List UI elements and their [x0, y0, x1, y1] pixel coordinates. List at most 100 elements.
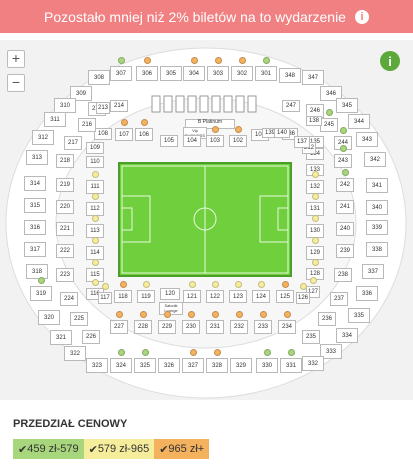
section-242[interactable]: 242: [336, 178, 354, 192]
section-343[interactable]: 343: [356, 132, 378, 147]
availability-dot[interactable]: [120, 119, 128, 126]
availability-dot[interactable]: [143, 57, 151, 64]
section-239[interactable]: 239: [336, 244, 354, 258]
availability-dot[interactable]: [91, 279, 99, 286]
section-339[interactable]: 339: [366, 220, 388, 235]
section-315[interactable]: 315: [24, 198, 46, 213]
section-103[interactable]: 103: [206, 135, 224, 147]
section-347[interactable]: 347: [302, 70, 324, 85]
section-326[interactable]: 326: [158, 358, 180, 373]
availability-dot[interactable]: [91, 193, 99, 200]
availability-dot[interactable]: [234, 281, 242, 288]
section-102[interactable]: 102: [229, 135, 247, 147]
availability-dot[interactable]: [287, 349, 295, 356]
section-237[interactable]: 237: [330, 292, 348, 306]
section-216[interactable]: 216: [78, 118, 96, 132]
section-328[interactable]: 328: [206, 358, 228, 373]
availability-dot[interactable]: [263, 349, 271, 356]
section-305[interactable]: 305: [160, 66, 182, 81]
section-126[interactable]: 126: [296, 292, 310, 304]
section-338[interactable]: 338: [366, 242, 388, 257]
section-228[interactable]: 228: [134, 320, 152, 334]
section-243[interactable]: 243: [334, 154, 352, 168]
section-327[interactable]: 327: [182, 358, 204, 373]
section-318[interactable]: 318: [26, 264, 48, 279]
section-331[interactable]: 331: [280, 358, 302, 373]
section-214[interactable]: 214: [110, 100, 128, 112]
section-312[interactable]: 312: [32, 130, 54, 145]
section-120[interactable]: 120: [160, 288, 180, 300]
section-230[interactable]: 230: [182, 320, 200, 334]
section-238[interactable]: 238: [334, 268, 352, 282]
section-222[interactable]: 222: [56, 244, 74, 258]
section-213[interactable]: 213: [96, 102, 110, 114]
section-307[interactable]: 307: [110, 66, 132, 81]
availability-dot[interactable]: [234, 126, 242, 133]
section-217[interactable]: 217: [64, 136, 82, 150]
section-132[interactable]: 132: [306, 180, 324, 194]
availability-dot[interactable]: [309, 277, 317, 284]
section-234[interactable]: 234: [278, 320, 296, 334]
availability-dot[interactable]: [139, 311, 147, 318]
section-226[interactable]: 226: [82, 330, 100, 344]
section-240[interactable]: 240: [336, 222, 354, 236]
section-113[interactable]: 113: [86, 224, 104, 238]
section-107[interactable]: 107: [115, 128, 133, 141]
availability-dot[interactable]: [311, 193, 319, 200]
section-227[interactable]: 227: [110, 320, 128, 334]
section-221[interactable]: 221: [56, 222, 74, 236]
section-123[interactable]: 123: [229, 290, 247, 303]
section-129[interactable]: 129: [306, 246, 324, 260]
zoom-in-button[interactable]: +: [7, 50, 25, 68]
section-337[interactable]: 337: [362, 264, 384, 279]
section-334[interactable]: 334: [336, 328, 358, 343]
info-circle-icon[interactable]: i: [354, 9, 369, 24]
availability-dot[interactable]: [238, 57, 246, 64]
section-348[interactable]: 348: [279, 68, 301, 83]
section-325[interactable]: 325: [134, 358, 156, 373]
section-344[interactable]: 344: [348, 114, 370, 129]
availability-dot[interactable]: [311, 171, 319, 178]
section-247[interactable]: 247: [282, 100, 300, 112]
section-310[interactable]: 310: [54, 98, 76, 113]
section-117[interactable]: 117: [98, 292, 112, 304]
section-233[interactable]: 233: [254, 320, 272, 334]
availability-dot[interactable]: [211, 281, 219, 288]
zoom-out-button[interactable]: −: [7, 74, 25, 92]
section-108[interactable]: 108: [94, 128, 112, 140]
section-111[interactable]: 111: [86, 180, 104, 194]
availability-dot[interactable]: [257, 281, 265, 288]
legend-chip-mid[interactable]: ✔ 579 zł-965: [83, 439, 155, 459]
section-330[interactable]: 330: [256, 358, 278, 373]
availability-dot[interactable]: [163, 311, 171, 318]
section-319[interactable]: 319: [30, 286, 52, 301]
availability-dot[interactable]: [211, 126, 219, 133]
availability-dot[interactable]: [187, 311, 195, 318]
section-104[interactable]: 104: [183, 135, 201, 147]
availability-dot[interactable]: [339, 145, 347, 152]
availability-dot[interactable]: [214, 57, 222, 64]
section-223[interactable]: 223: [56, 268, 74, 282]
section-232[interactable]: 232: [230, 320, 248, 334]
section-322[interactable]: 322: [64, 346, 86, 361]
availability-dot[interactable]: [91, 237, 99, 244]
availability-dot[interactable]: [211, 311, 219, 318]
availability-dot[interactable]: [339, 127, 347, 134]
section-304[interactable]: 304: [183, 66, 205, 81]
section-218[interactable]: 218: [56, 154, 74, 168]
availability-dot[interactable]: [91, 259, 99, 266]
section-220[interactable]: 220: [56, 200, 74, 214]
legend-chip-high[interactable]: ✔ 965 zł+: [154, 439, 210, 459]
section-125[interactable]: 125: [276, 290, 294, 303]
section-225[interactable]: 225: [70, 312, 88, 326]
section-138[interactable]: 138: [306, 116, 322, 126]
availability-dot[interactable]: [37, 277, 45, 284]
section-124[interactable]: 124: [252, 290, 270, 303]
availability-dot[interactable]: [117, 57, 125, 64]
section-336[interactable]: 336: [356, 286, 378, 301]
section-140[interactable]: 140: [274, 128, 290, 138]
section-314[interactable]: 314: [24, 176, 46, 191]
section-121[interactable]: 121: [183, 290, 201, 303]
section-219[interactable]: 219: [56, 178, 74, 192]
section-241[interactable]: 241: [336, 200, 354, 214]
